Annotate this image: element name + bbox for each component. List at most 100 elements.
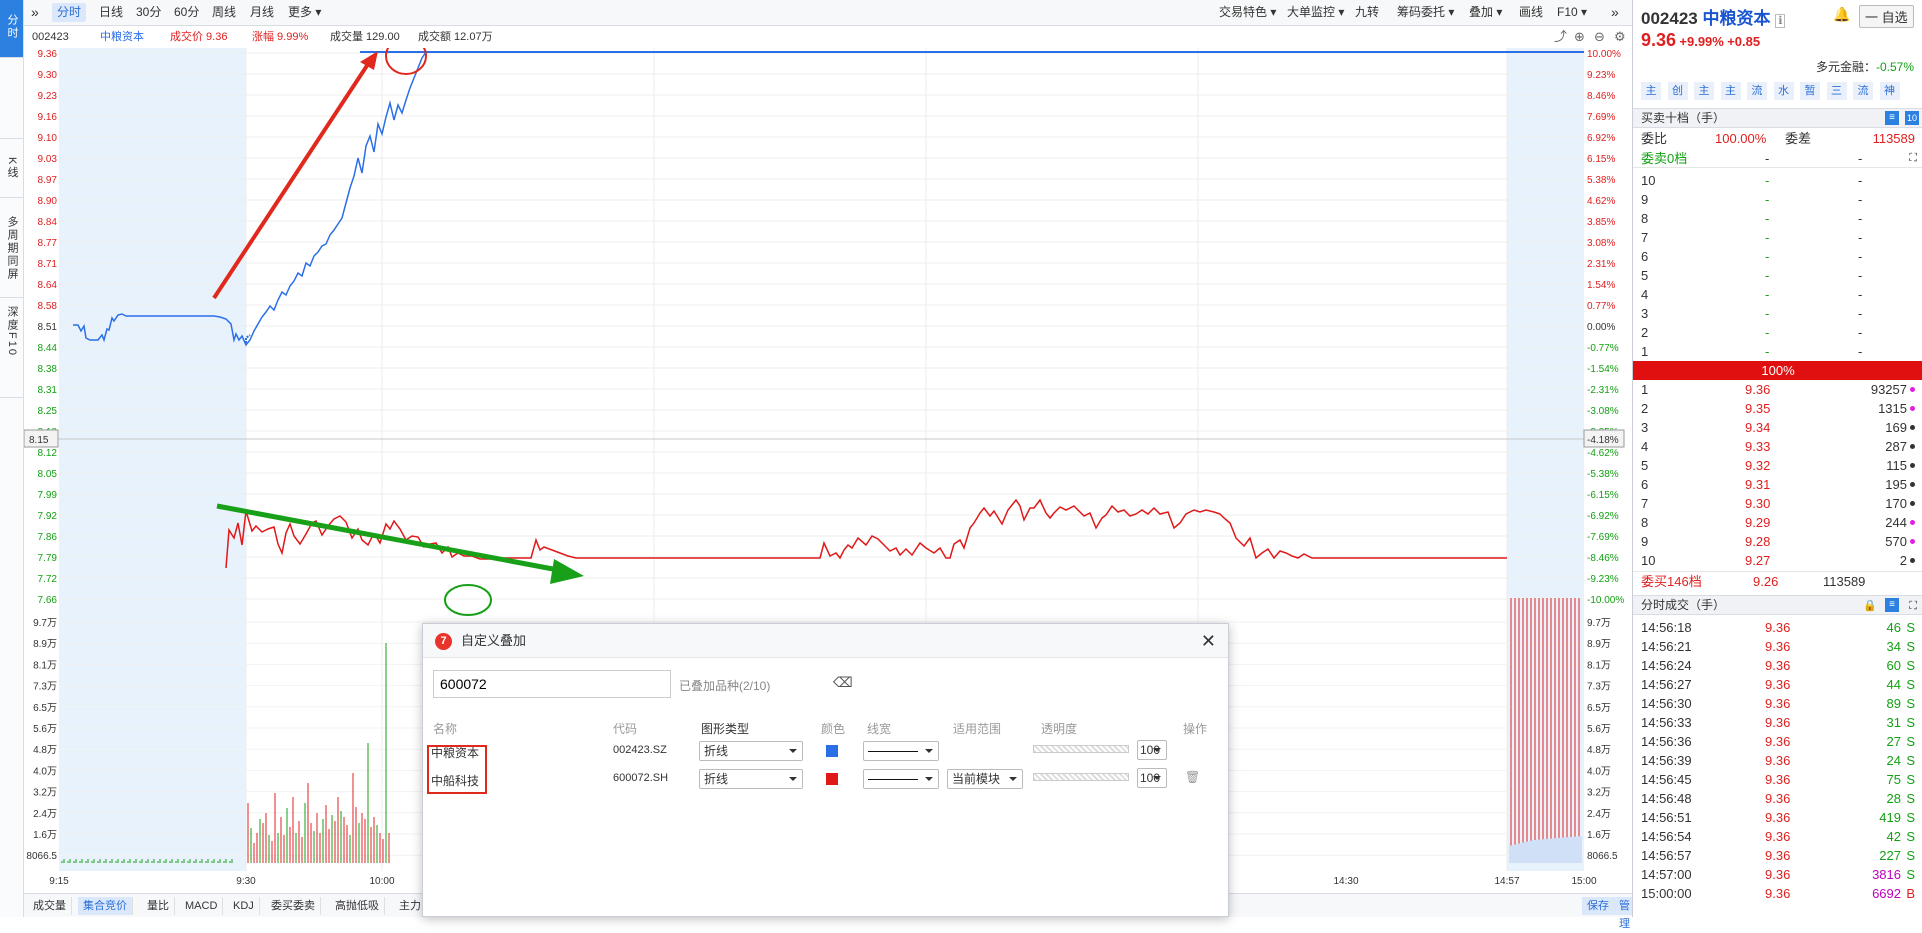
settings-icon[interactable]: ⚙ [1614,26,1626,48]
buy-level-row[interactable]: 8 9.29 244 [1633,513,1922,532]
feature-chip[interactable]: 创 [1667,82,1688,100]
tab-more[interactable]: 更多 ▾ [283,3,326,22]
feature-chip[interactable]: 暂 [1800,82,1820,100]
feature-chip[interactable]: 主 [1720,82,1741,100]
info-volume: 成交量 129.00 [330,31,400,43]
feature-chip[interactable]: 流 [1747,82,1767,100]
tab-60min[interactable]: 60分 [169,3,204,22]
feature-chip[interactable]: 主 [1641,82,1661,100]
sell-level-row[interactable]: 5 - - [1633,266,1922,285]
chart-type-select[interactable]: 折线 [699,769,803,789]
list-view-icon[interactable]: ≡ [1885,111,1899,125]
tool-overlay[interactable]: 叠加 ▾ [1464,3,1507,22]
tool-nine-turn[interactable]: 九转 [1350,3,1384,22]
opacity-input[interactable]: 100 [1137,768,1167,788]
tab-30min[interactable]: 30分 [131,3,166,22]
tab-monthly[interactable]: 月线 [245,3,279,22]
sell-level-row[interactable]: 2 - - [1633,323,1922,342]
tab-daily[interactable]: 日线 [94,3,128,22]
save-button[interactable]: 保存 [1582,897,1615,915]
expand-icon[interactable]: » [1606,3,1624,22]
level-volume: - [1858,325,1863,340]
volume-tick-label: 1.6万 [33,830,57,841]
sector-info[interactable]: 多元金融：-0.57% [1816,58,1914,75]
tick-side: S [1906,715,1915,730]
bell-icon[interactable]: 🔔 [1833,6,1850,23]
color-swatch-blue[interactable] [826,745,838,757]
feature-chip[interactable]: 神 [1879,82,1900,100]
tick-volume: 44 [1886,677,1901,692]
tab-sell-high-buy-low[interactable]: 高抛低吸 [330,897,385,915]
list-view-icon[interactable]: ≡ [1885,598,1899,612]
feature-chip[interactable]: 三 [1826,82,1847,100]
sell-level-row[interactable]: 3 - - [1633,304,1922,323]
sell-level-row[interactable]: 7 - - [1633,228,1922,247]
sell-level-row[interactable]: 10 - - [1633,171,1922,190]
feature-chip[interactable]: 水 [1773,82,1794,100]
expand-icon[interactable]: ⛶ [1909,597,1917,616]
color-swatch-red[interactable] [826,773,838,785]
tab-call-auction[interactable]: 集合竞价 [78,897,133,915]
sidebar-tab-kline[interactable]: K线 [0,138,23,198]
lock-icon[interactable]: 🔒 [1863,597,1877,616]
feature-chip[interactable]: 主 [1694,82,1714,100]
opacity-slider[interactable] [1033,745,1129,753]
volume-tick-label: 7.3万 [33,682,57,693]
tab-volume[interactable]: 成交量 [28,897,72,915]
sidebar-tab-intraday[interactable]: 分时 [0,0,23,58]
tool-chip-orders[interactable]: 筹码委托 ▾ [1392,3,1459,22]
tool-f10[interactable]: F10 ▾ [1552,3,1592,22]
tab-volume-ratio[interactable]: 量比 [142,897,175,915]
tab-bid-ask[interactable]: 委买委卖 [266,897,321,915]
tab-macd[interactable]: MACD [180,897,224,915]
close-icon[interactable]: ✕ [1201,624,1216,658]
level-volume: - [1858,344,1863,359]
zoom-in-icon[interactable]: ⊕ [1574,26,1585,48]
sell-level-row[interactable]: 8 - - [1633,209,1922,228]
buy-level-row[interactable]: 7 9.30 170 [1633,494,1922,513]
buy-level-row[interactable]: 3 9.34 169 [1633,418,1922,437]
buy-level-row[interactable]: 10 9.27 2 [1633,551,1922,570]
tick-row: 14:56:21 9.36 34 S [1633,637,1922,656]
ten-levels-icon[interactable]: 10 [1905,111,1919,125]
zoom-out-icon[interactable]: ⊖ [1594,26,1605,48]
sidebar-tab-multi-period[interactable]: 多周期同屏 [0,198,23,298]
sell-level-row[interactable]: 1 - - [1633,342,1922,361]
buy-level-row[interactable]: 1 9.36 93257 [1633,380,1922,399]
info-icon[interactable]: ℹ [1775,14,1786,28]
add-watchlist-button[interactable]: 一 自选 [1859,5,1914,28]
buy-level-row[interactable]: 2 9.35 1315 [1633,399,1922,418]
sell-level-row[interactable]: 4 - - [1633,285,1922,304]
chart-type-select[interactable]: 折线 [699,741,803,761]
pct-tick-label: 3.85% [1587,217,1615,228]
feature-chip[interactable]: 流 [1853,82,1873,100]
tool-draw-line[interactable]: 画线 [1514,3,1548,22]
buy-level-row[interactable]: 5 9.32 115 [1633,456,1922,475]
tab-weekly[interactable]: 周线 [207,3,241,22]
buy-level-row[interactable]: 9 9.28 570 [1633,532,1922,551]
sell-level-row[interactable]: 9 - - [1633,190,1922,209]
tool-trading-features[interactable]: 交易特色 ▾ [1214,3,1281,22]
delete-icon[interactable]: 🗑 [1185,770,1200,784]
tool-big-order-monitor[interactable]: 大单监控 ▾ [1282,3,1349,22]
buy-level-row[interactable]: 6 9.31 195 [1633,475,1922,494]
buy-level-row[interactable]: 4 9.33 287 [1633,437,1922,456]
tick-row: 14:56:39 9.36 24 S [1633,751,1922,770]
tab-intraday[interactable]: 分时 [52,3,87,22]
opacity-input[interactable]: 100 [1137,740,1167,760]
stock-header: 002423 中粮资本 ℹ [1641,4,1786,29]
opacity-slider[interactable] [1033,773,1129,781]
collapse-icon[interactable]: » [26,3,44,22]
line-width-select[interactable] [863,769,939,789]
sidebar-tab-depth-f10[interactable]: 深度F10 [0,298,23,398]
expand-icon[interactable]: ⛶ [1909,149,1917,168]
sell-level-row[interactable]: 6 - - [1633,247,1922,266]
share-icon[interactable]: ⤴ [1554,26,1567,48]
clean-icon[interactable]: ⌫ [833,674,853,691]
symbol-input[interactable] [433,670,671,698]
pct-tick-label: -0.77% [1587,343,1619,354]
volume-tick-label: 9.7万 [1587,618,1611,629]
scope-select[interactable]: 当前模块 [947,769,1023,789]
line-width-select[interactable] [863,741,939,761]
tab-kdj[interactable]: KDJ [228,897,260,915]
